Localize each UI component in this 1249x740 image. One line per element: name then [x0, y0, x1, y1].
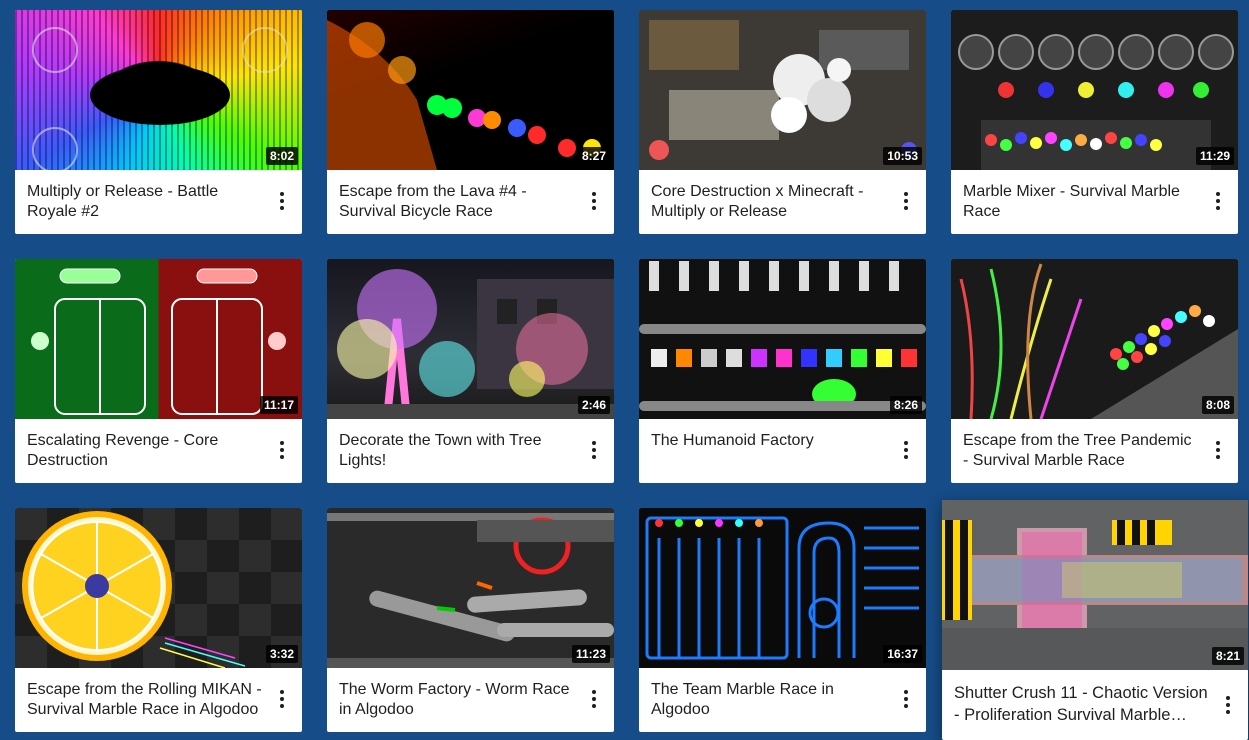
video-card[interactable]: 10:53 Core Destruction x Minecraft - Mul… [639, 10, 926, 234]
video-duration: 11:23 [571, 645, 610, 663]
more-vert-icon[interactable] [584, 433, 604, 467]
more-vert-icon[interactable] [896, 184, 916, 218]
video-thumbnail[interactable]: 8:27 [327, 10, 614, 170]
more-vert-icon[interactable] [1208, 433, 1228, 467]
video-thumbnail[interactable]: 11:29 [951, 10, 1238, 170]
more-vert-icon[interactable] [896, 682, 916, 716]
video-title[interactable]: Core Destruction x Minecraft - Multiply … [651, 182, 886, 222]
video-card[interactable]: 16:37 The Team Marble Race in Algodoo [639, 508, 926, 732]
video-title[interactable]: Shutter Crush 11 - Chaotic Version - Pro… [954, 682, 1208, 726]
video-card[interactable]: 11:29 Marble Mixer - Survival Marble Rac… [951, 10, 1238, 234]
video-duration: 11:29 [1195, 147, 1234, 165]
video-duration: 8:02 [265, 147, 298, 165]
more-vert-icon[interactable] [896, 433, 916, 467]
video-title[interactable]: Escape from the Lava #4 - Survival Bicyc… [339, 182, 574, 222]
video-title[interactable]: The Humanoid Factory [651, 431, 886, 451]
more-vert-icon[interactable] [272, 433, 292, 467]
video-thumbnail[interactable]: 10:53 [639, 10, 926, 170]
video-duration: 8:08 [1201, 396, 1234, 414]
video-card[interactable]: 8:27 Escape from the Lava #4 - Survival … [327, 10, 614, 234]
video-duration: 16:37 [883, 645, 922, 663]
video-title[interactable]: The Worm Factory - Worm Race in Algodoo [339, 680, 574, 720]
video-title[interactable]: Escape from the Tree Pandemic - Survival… [963, 431, 1198, 471]
more-vert-icon[interactable] [272, 184, 292, 218]
video-thumbnail[interactable]: 8:21 [942, 500, 1248, 670]
more-vert-icon[interactable] [584, 682, 604, 716]
video-card[interactable]: 8:21 Shutter Crush 11 - Chaotic Version … [942, 500, 1248, 740]
video-title[interactable]: The Team Marble Race in Algodoo [651, 680, 886, 720]
video-thumbnail[interactable]: 16:37 [639, 508, 926, 668]
video-thumbnail[interactable]: 2:46 [327, 259, 614, 419]
video-title[interactable]: Escape from the Rolling MIKAN - Survival… [27, 680, 262, 720]
video-title[interactable]: Marble Mixer - Survival Marble Race [963, 182, 1198, 222]
more-vert-icon[interactable] [1218, 688, 1238, 722]
video-title[interactable]: Escalating Revenge - Core Destruction [27, 431, 262, 471]
video-duration: 8:27 [577, 147, 610, 165]
more-vert-icon[interactable] [272, 682, 292, 716]
more-vert-icon[interactable] [584, 184, 604, 218]
video-title[interactable]: Decorate the Town with Tree Lights! [339, 431, 574, 471]
video-thumbnail[interactable]: 8:02 [15, 10, 302, 170]
video-thumbnail[interactable]: 8:26 [639, 259, 926, 419]
more-vert-icon[interactable] [1208, 184, 1228, 218]
video-card[interactable]: 2:46 Decorate the Town with Tree Lights! [327, 259, 614, 483]
video-card[interactable]: 8:02 Multiply or Release - Battle Royale… [15, 10, 302, 234]
video-duration: 8:26 [889, 396, 922, 414]
video-thumbnail[interactable]: 3:32 [15, 508, 302, 668]
video-thumbnail[interactable]: 11:17 [15, 259, 302, 419]
video-thumbnail[interactable]: 11:23 [327, 508, 614, 668]
video-card[interactable]: 3:32 Escape from the Rolling MIKAN - Sur… [15, 508, 302, 732]
video-card[interactable]: 8:26 The Humanoid Factory [639, 259, 926, 483]
video-duration: 10:53 [883, 147, 922, 165]
video-duration: 11:17 [259, 396, 298, 414]
video-duration: 2:46 [577, 396, 610, 414]
video-card[interactable]: 8:08 Escape from the Tree Pandemic - Sur… [951, 259, 1238, 483]
video-duration: 8:21 [1211, 647, 1244, 665]
video-thumbnail[interactable]: 8:08 [951, 259, 1238, 419]
video-duration: 3:32 [265, 645, 298, 663]
video-title[interactable]: Multiply or Release - Battle Royale #2 [27, 182, 262, 222]
video-card[interactable]: 11:23 The Worm Factory - Worm Race in Al… [327, 508, 614, 732]
video-card[interactable]: 11:17 Escalating Revenge - Core Destruct… [15, 259, 302, 483]
